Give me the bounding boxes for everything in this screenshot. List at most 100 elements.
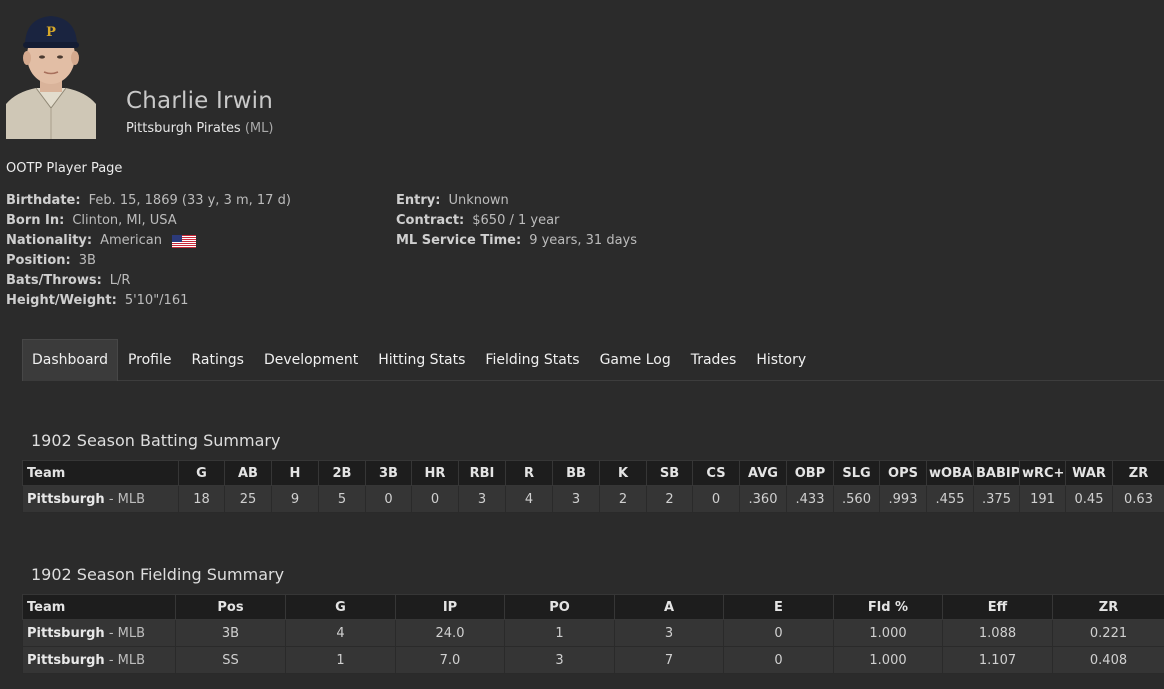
stat-cell: 1.000: [833, 646, 943, 674]
player-team[interactable]: Pittsburgh Pirates (ML): [126, 121, 273, 136]
column-header[interactable]: wRC+: [1019, 460, 1066, 486]
team-cell[interactable]: Pittsburgh - MLB: [22, 646, 176, 674]
info-contract: Contract: $650 / 1 year: [396, 211, 637, 231]
tab-fielding-stats[interactable]: Fielding Stats: [475, 339, 589, 381]
column-header[interactable]: ZR: [1052, 594, 1164, 620]
info-value: 3B: [78, 253, 96, 268]
column-header[interactable]: RBI: [458, 460, 506, 486]
team-link[interactable]: Pittsburgh: [27, 653, 105, 668]
column-header[interactable]: G: [178, 460, 225, 486]
column-header[interactable]: CS: [692, 460, 740, 486]
team-level: - MLB: [104, 652, 146, 668]
stat-cell: .360: [739, 485, 787, 513]
info-position: Position: 3B: [6, 251, 291, 271]
column-header[interactable]: SB: [646, 460, 693, 486]
tab-history[interactable]: History: [746, 339, 816, 381]
stat-cell: 5: [318, 485, 366, 513]
column-header[interactable]: BABIP: [973, 460, 1020, 486]
column-header[interactable]: WAR: [1065, 460, 1113, 486]
stat-cell: SS: [175, 646, 286, 674]
stat-cell: 1: [285, 646, 396, 674]
column-header[interactable]: AVG: [739, 460, 787, 486]
tab-ratings[interactable]: Ratings: [182, 339, 254, 381]
fielding-summary-title: 1902 Season Fielding Summary: [31, 565, 285, 584]
stat-cell: 3B: [175, 619, 286, 647]
column-header[interactable]: Team: [22, 460, 179, 486]
table-row: Pittsburgh - MLB 3B 4 24.0 1 3 0 1.000 1.088 0.22…: [22, 619, 1164, 647]
column-header[interactable]: SLG: [833, 460, 880, 486]
column-header[interactable]: BB: [552, 460, 600, 486]
info-label: Bats/Throws:: [6, 273, 102, 288]
stat-cell: 1.107: [942, 646, 1053, 674]
column-header[interactable]: PO: [504, 594, 615, 620]
batting-summary-table: Team G AB H 2B 3B HR RBI R BB K SB CS AVG OBP SLG OPS wOB…: [22, 460, 1164, 513]
column-header[interactable]: OPS: [879, 460, 927, 486]
team-link[interactable]: Pittsburgh: [27, 626, 105, 641]
stat-cell: 3: [504, 646, 615, 674]
tab-development[interactable]: Development: [254, 339, 368, 381]
column-header[interactable]: wOBA: [926, 460, 974, 486]
column-header[interactable]: HR: [411, 460, 459, 486]
tab-dashboard[interactable]: Dashboard: [22, 339, 118, 381]
info-nationality: Nationality: American: [6, 231, 291, 251]
tab-trades[interactable]: Trades: [681, 339, 747, 381]
column-header[interactable]: Pos: [175, 594, 286, 620]
info-value: Feb. 15, 1869 (33 y, 3 m, 17 d): [88, 193, 291, 208]
column-header[interactable]: AB: [224, 460, 272, 486]
info-value: American: [100, 233, 162, 248]
column-header[interactable]: ZR: [1112, 460, 1164, 486]
stat-cell: 7: [614, 646, 724, 674]
column-header[interactable]: Fld %: [833, 594, 943, 620]
stat-cell: 0.45: [1065, 485, 1113, 513]
info-label: Nationality:: [6, 233, 93, 248]
stat-cell: 191: [1019, 485, 1066, 513]
info-entry: Entry: Unknown: [396, 191, 637, 211]
info-birthdate: Birthdate: Feb. 15, 1869 (33 y, 3 m, 17 …: [6, 191, 291, 211]
team-level: - MLB: [104, 491, 146, 507]
column-header[interactable]: A: [614, 594, 724, 620]
column-header[interactable]: 3B: [365, 460, 412, 486]
table-row: Pittsburgh - MLB SS 1 7.0 3 7 0 1.000 1.107 0.408: [22, 646, 1164, 674]
player-info-left: Birthdate: Feb. 15, 1869 (33 y, 3 m, 17 …: [6, 191, 291, 311]
stat-cell: 9: [271, 485, 319, 513]
column-header[interactable]: 2B: [318, 460, 366, 486]
stat-cell: 0: [365, 485, 412, 513]
info-label: Height/Weight:: [6, 293, 117, 308]
column-header[interactable]: OBP: [786, 460, 834, 486]
column-header[interactable]: IP: [395, 594, 505, 620]
team-cell[interactable]: Pittsburgh - MLB: [22, 485, 179, 513]
column-header[interactable]: R: [505, 460, 553, 486]
stat-cell: 0.63: [1112, 485, 1164, 513]
info-label: Contract:: [396, 213, 465, 228]
column-header[interactable]: Eff: [942, 594, 1053, 620]
stat-cell: 3: [552, 485, 600, 513]
stat-cell: 0.408: [1052, 646, 1164, 674]
info-label: Entry:: [396, 193, 441, 208]
info-label: Birthdate:: [6, 193, 81, 208]
column-header[interactable]: G: [285, 594, 396, 620]
tab-game-log[interactable]: Game Log: [590, 339, 681, 381]
column-header[interactable]: K: [599, 460, 647, 486]
team-cell[interactable]: Pittsburgh - MLB: [22, 619, 176, 647]
tab-hitting-stats[interactable]: Hitting Stats: [368, 339, 475, 381]
column-header[interactable]: E: [723, 594, 834, 620]
fielding-summary-table: Team Pos G IP PO A E Fld % Eff ZR Pittsburgh - ML…: [22, 594, 1164, 674]
stat-cell: .560: [833, 485, 880, 513]
tab-profile[interactable]: Profile: [118, 339, 182, 381]
svg-text:P: P: [46, 25, 56, 40]
team-link[interactable]: Pittsburgh Pirates: [126, 121, 241, 136]
team-link[interactable]: Pittsburgh: [27, 492, 105, 507]
stat-cell: 2: [599, 485, 647, 513]
column-header[interactable]: Team: [22, 594, 176, 620]
table-header-row: Team Pos G IP PO A E Fld % Eff ZR: [22, 594, 1164, 620]
stat-cell: 0.221: [1052, 619, 1164, 647]
column-header[interactable]: H: [271, 460, 319, 486]
stat-cell: .375: [973, 485, 1020, 513]
stat-cell: 7.0: [395, 646, 505, 674]
player-avatar: P: [6, 12, 96, 139]
info-value: 9 years, 31 days: [529, 233, 638, 248]
stat-cell: .993: [879, 485, 927, 513]
stat-cell: 24.0: [395, 619, 505, 647]
stat-cell: .455: [926, 485, 974, 513]
info-label: ML Service Time:: [396, 233, 522, 248]
